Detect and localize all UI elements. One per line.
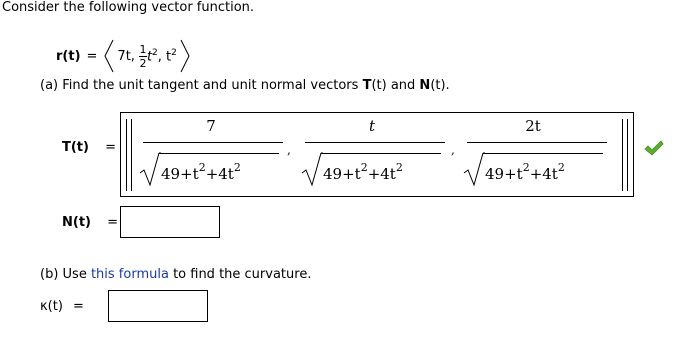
left-delimiter-inner	[131, 119, 132, 191]
kappa-label: κ(t) =	[40, 299, 84, 314]
T-denominator-2: 49+t2+4t2	[323, 161, 403, 183]
T-numerator-1: 7	[206, 117, 216, 135]
component-1: 7t,	[117, 48, 135, 64]
problem-intro: Consider the following vector function.	[2, 0, 255, 15]
T-denominator-3: 49+t2+4t2	[485, 161, 565, 183]
left-delimiter	[126, 119, 127, 191]
T-answer-input[interactable]: 7 49+t2+4t2 , t 49+t2+4t2 , 2t 49+t2+4t2	[120, 112, 634, 197]
T-numerator-2: t	[368, 117, 376, 135]
right-delimiter	[627, 119, 628, 191]
separator-2: ,	[451, 143, 455, 157]
fraction-bar-1	[143, 142, 283, 143]
sqrt-symbol-3	[463, 152, 485, 187]
r-label: r(t)	[56, 48, 81, 64]
fraction-half: 1 2	[138, 42, 147, 70]
left-angle-bracket	[104, 39, 114, 73]
component-2: t2	[146, 47, 158, 65]
checkmark-icon	[644, 140, 664, 156]
sqrt-symbol-1	[139, 152, 161, 187]
kappa-answer-input[interactable]	[108, 290, 208, 322]
part-a-prompt: (a) Find the unit tangent and unit norma…	[40, 78, 450, 93]
separator-1: ,	[287, 143, 291, 157]
T-denominator-1: 49+t2+4t2	[161, 161, 241, 183]
right-angle-bracket	[180, 39, 190, 73]
N-answer-input[interactable]	[120, 206, 220, 238]
T-label: T(t) =	[62, 140, 117, 155]
fraction-bar-2	[305, 142, 445, 143]
right-delimiter-inner	[622, 119, 623, 191]
formula-link[interactable]: this formula	[91, 267, 169, 282]
sqrt-symbol-2	[301, 152, 323, 187]
T-numerator-3: 2t	[525, 117, 541, 135]
vector-function: r(t) = 7t, 1 2 t2 , t2	[56, 39, 191, 73]
part-b-prompt: (b) Use this formula to find the curvatu…	[40, 267, 312, 282]
N-label: N(t) =	[62, 215, 119, 230]
fraction-bar-3	[467, 142, 607, 143]
component-3: , t2	[157, 47, 177, 65]
